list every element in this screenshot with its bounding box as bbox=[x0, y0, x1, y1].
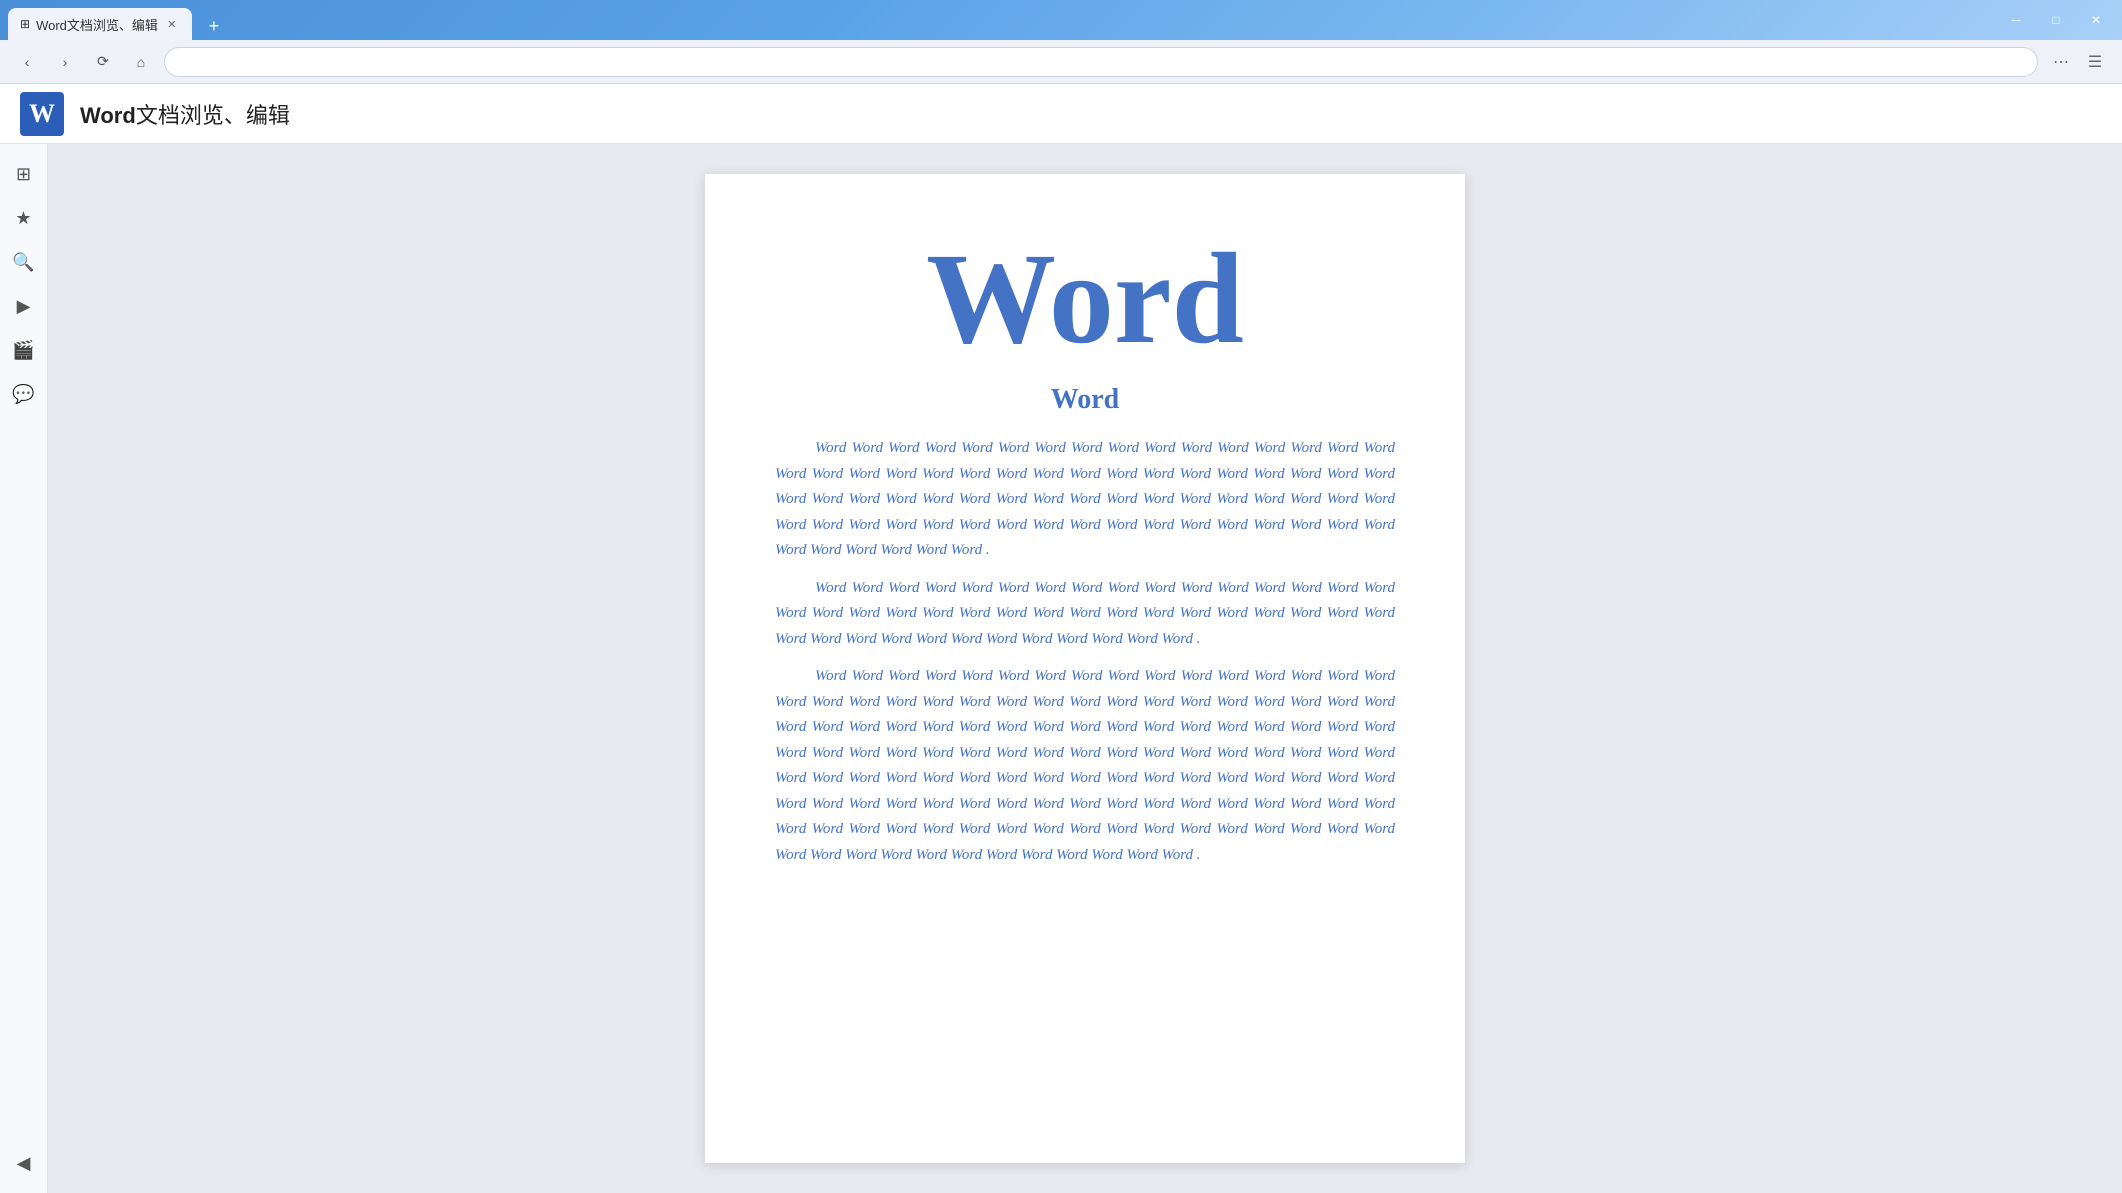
sidebar-icon-video[interactable]: 🎬 bbox=[6, 332, 42, 368]
maximize-button[interactable]: □ bbox=[2038, 6, 2074, 34]
document-page: Word Word Word Word Word Word Word Word … bbox=[705, 174, 1465, 1163]
document-subtitle: Word bbox=[775, 384, 1395, 416]
window-controls: ─ □ ✕ bbox=[1998, 6, 2114, 34]
address-bar[interactable] bbox=[164, 47, 2038, 77]
tab-close-button[interactable]: ✕ bbox=[164, 16, 180, 32]
sidebar-icon-star[interactable]: ★ bbox=[6, 200, 42, 236]
sidebar-icon-chat[interactable]: 💬 bbox=[6, 376, 42, 412]
document-paragraph-1: Word Word Word Word Word Word Word Word … bbox=[775, 436, 1395, 564]
forward-button[interactable]: › bbox=[50, 47, 80, 77]
document-area: Word Word Word Word Word Word Word Word … bbox=[48, 144, 2122, 1193]
document-paragraph-3: Word Word Word Word Word Word Word Word … bbox=[775, 664, 1395, 868]
main-area: ⊞ ★ 🔍 ▶ 🎬 💬 ◀ Word Word Word Word Word W… bbox=[0, 144, 2122, 1193]
app-logo: W bbox=[20, 92, 64, 136]
sidebar: ⊞ ★ 🔍 ▶ 🎬 💬 ◀ bbox=[0, 144, 48, 1193]
sidebar-icon-grid[interactable]: ⊞ bbox=[6, 156, 42, 192]
hamburger-button[interactable]: ☰ bbox=[2080, 47, 2110, 77]
sidebar-icon-play[interactable]: ▶ bbox=[6, 288, 42, 324]
back-button[interactable]: ‹ bbox=[12, 47, 42, 77]
tab-icon: ⊞ bbox=[20, 17, 30, 31]
close-button[interactable]: ✕ bbox=[2078, 6, 2114, 34]
navbar: ‹ › ⟳ ⌂ ⋯ ☰ bbox=[0, 40, 2122, 84]
minimize-button[interactable]: ─ bbox=[1998, 6, 2034, 34]
titlebar: ⊞ Word文档浏览、编辑 ✕ + ─ □ ✕ bbox=[0, 0, 2122, 40]
nav-extras: ⋯ ☰ bbox=[2046, 47, 2110, 77]
document-big-title: Word bbox=[775, 234, 1395, 364]
more-button[interactable]: ⋯ bbox=[2046, 47, 2076, 77]
home-button[interactable]: ⌂ bbox=[126, 47, 156, 77]
app-title-rest: 文档浏览、编辑 bbox=[136, 103, 290, 128]
document-paragraph-2: Word Word Word Word Word Word Word Word … bbox=[775, 576, 1395, 653]
sidebar-icon-search[interactable]: 🔍 bbox=[6, 244, 42, 280]
app-header: W Word文档浏览、编辑 bbox=[0, 84, 2122, 144]
active-tab[interactable]: ⊞ Word文档浏览、编辑 ✕ bbox=[8, 8, 192, 40]
refresh-button[interactable]: ⟳ bbox=[88, 47, 118, 77]
new-tab-button[interactable]: + bbox=[200, 12, 228, 40]
app-title: Word文档浏览、编辑 bbox=[80, 98, 290, 130]
app-title-bold: Word bbox=[80, 103, 136, 128]
tab-area: ⊞ Word文档浏览、编辑 ✕ + bbox=[8, 0, 228, 40]
sidebar-icon-collapse[interactable]: ◀ bbox=[6, 1145, 42, 1181]
tab-label: Word文档浏览、编辑 bbox=[36, 15, 158, 34]
